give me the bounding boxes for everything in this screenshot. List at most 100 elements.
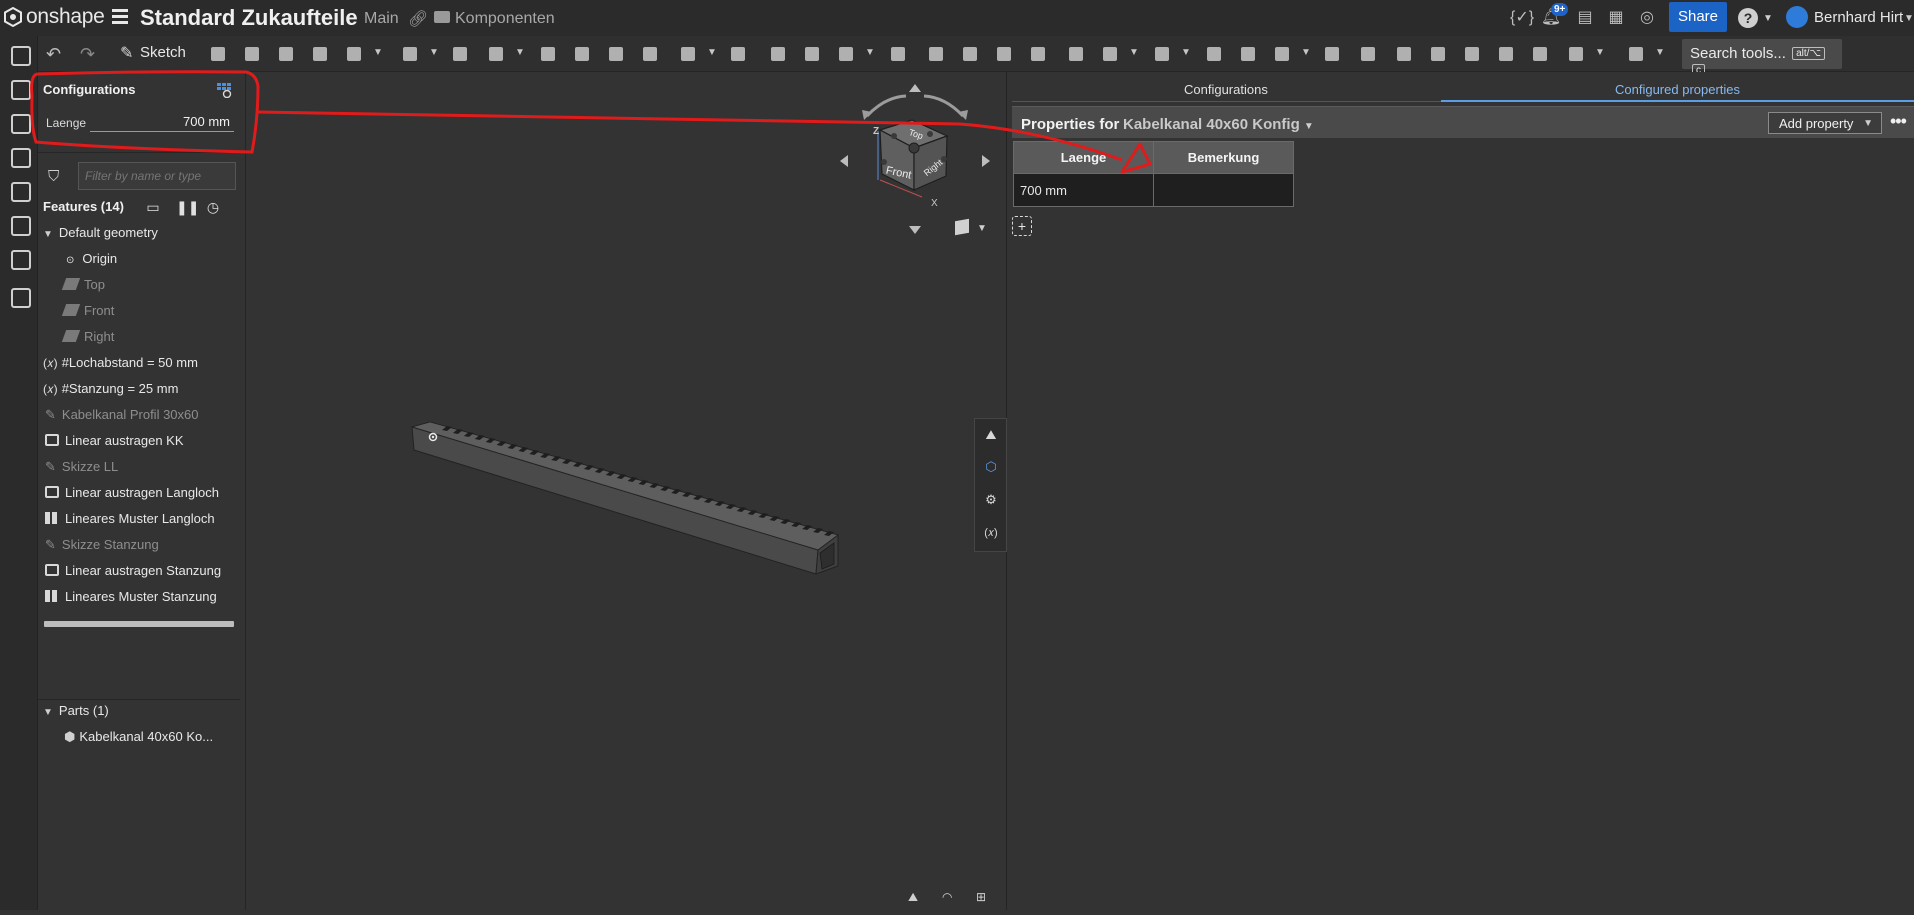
mirror-tool-icon[interactable] <box>728 44 748 64</box>
view-options-dropdown-icon[interactable]: ▼ <box>977 223 987 234</box>
feature-row-extrude[interactable]: Linear austragen KK <box>45 433 184 453</box>
view-cube[interactable]: Top Front Right Z X <box>840 84 990 234</box>
pattern-tool-icon[interactable] <box>678 44 698 64</box>
parts-icon[interactable] <box>9 214 31 236</box>
column-header-bemerkung[interactable]: Bemerkung <box>1153 141 1294 174</box>
help-icon[interactable]: ? <box>1738 8 1758 28</box>
draft-tool-icon[interactable] <box>486 44 506 64</box>
modify-fillet-tool-icon[interactable] <box>926 44 946 64</box>
origin-row[interactable]: ⊙ Origin <box>66 251 117 271</box>
revolve-tool-icon[interactable] <box>242 44 262 64</box>
configuration-view-icon[interactable]: ⬡ <box>981 457 1001 477</box>
help-dropdown-icon[interactable]: ▼ <box>1763 13 1773 24</box>
sweep-tool-icon[interactable] <box>276 44 296 64</box>
flange-tool-icon[interactable] <box>1462 44 1482 64</box>
sheet-metal-tool-icon[interactable] <box>1394 44 1414 64</box>
delete-face-tool-icon[interactable] <box>960 44 980 64</box>
plane-tool-icon[interactable] <box>1066 44 1086 64</box>
folder-link[interactable]: Komponenten <box>455 10 555 28</box>
column-header-laenge[interactable]: Laenge <box>1013 141 1154 174</box>
extrude-tool-icon[interactable] <box>208 44 228 64</box>
folder-icon[interactable] <box>434 11 450 23</box>
plane-row-right[interactable]: Right <box>61 329 114 349</box>
feature-row-sketch[interactable]: ✎ Skizze LL <box>45 459 118 479</box>
tab-configured-properties[interactable]: Configured properties <box>1615 82 1740 97</box>
add-property-button[interactable]: Add property ▼ <box>1768 112 1882 134</box>
thicken-tool-icon[interactable] <box>344 44 364 64</box>
main-menu-button[interactable] <box>112 9 128 25</box>
bill-of-materials-icon[interactable] <box>9 180 31 202</box>
part-row[interactable]: ⬢ Kabelkanal 40x60 Ko... <box>64 729 213 749</box>
default-geometry-row[interactable]: ▼ Default geometry <box>43 225 158 245</box>
pause-icon[interactable]: ❚❚ <box>176 198 199 216</box>
tab-configurations[interactable]: Configurations <box>1184 82 1268 97</box>
plane-row-front[interactable]: Front <box>61 303 114 323</box>
variable-tool-icon[interactable] <box>1272 44 1292 64</box>
derived-tool-icon[interactable] <box>1322 44 1342 64</box>
shell-tool-icon[interactable] <box>572 44 592 64</box>
view-options-cube-icon[interactable] <box>955 218 969 236</box>
mate-connector-tool-icon[interactable] <box>1100 44 1120 64</box>
onshape-logo-text[interactable]: onshape <box>26 5 105 29</box>
tag-tool-icon[interactable] <box>1358 44 1378 64</box>
more-options-icon[interactable]: ••• <box>1890 111 1907 132</box>
hole-tool-icon[interactable] <box>606 44 626 64</box>
measure-icon[interactable]: ⚙ <box>981 490 1001 510</box>
more-dropdown-icon[interactable]: ▼ <box>373 48 383 58</box>
release-icon[interactable]: ▤ <box>1574 7 1596 29</box>
section-view-tool-icon[interactable] <box>1204 44 1224 64</box>
chevron-down-icon[interactable]: ▼ <box>43 707 53 718</box>
tab-tool-icon[interactable] <box>1496 44 1516 64</box>
surface-tool-icon[interactable] <box>1238 44 1258 64</box>
feature-row-pattern[interactable]: Lineares Muster Stanzung <box>45 589 217 609</box>
configuration-laenge-input[interactable] <box>90 112 234 132</box>
feature-row-extrude[interactable]: Linear austragen Langloch <box>45 485 219 505</box>
fillet-tool-icon[interactable] <box>400 44 420 64</box>
rib-tool-icon[interactable] <box>538 44 558 64</box>
form-tool-icon[interactable] <box>1566 44 1586 64</box>
configuration-table-icon[interactable] <box>216 82 232 98</box>
filter-icon[interactable]: ⛉ <box>48 168 59 185</box>
sketch-button[interactable]: Sketch <box>120 43 186 64</box>
variables-icon[interactable]: {✓} <box>1510 7 1534 29</box>
share-button[interactable]: Share <box>1669 2 1727 32</box>
feature-row-pattern[interactable]: Lineares Muster Langloch <box>45 511 215 531</box>
feature-row-extrude[interactable]: Linear austragen Stanzung <box>45 563 221 583</box>
branch-label[interactable]: Main <box>364 10 399 28</box>
learning-center-icon[interactable]: ◎ <box>1636 7 1658 29</box>
move-face-tool-icon[interactable] <box>994 44 1014 64</box>
replace-face-tool-icon[interactable] <box>1028 44 1048 64</box>
document-title[interactable]: Standard Zukaufteile <box>140 5 358 31</box>
pattern-dropdown-icon[interactable]: ▼ <box>707 48 717 58</box>
transform-tool-icon[interactable] <box>836 44 856 64</box>
parts-header-row[interactable]: ▼ Parts (1) <box>43 703 109 723</box>
helix-tool-icon[interactable] <box>1152 44 1172 64</box>
mass-properties-icon[interactable]: ⛰ <box>908 890 926 904</box>
variable-dropdown-icon[interactable]: ▼ <box>1301 48 1311 58</box>
section-view-icon[interactable]: ⛰ <box>981 425 1001 445</box>
table-cell-laenge[interactable]: 700 mm <box>1013 173 1154 207</box>
fillet-dropdown-icon[interactable]: ▼ <box>429 48 439 58</box>
custom-feature-dropdown-icon[interactable]: ▼ <box>1655 48 1665 58</box>
variable-table-icon[interactable]: (𝑥) <box>981 523 1001 543</box>
search-tools-button[interactable]: Search tools... alt/⌥ c <box>1682 39 1842 77</box>
link-icon[interactable]: 🔗︎ <box>408 9 428 29</box>
sheet-metal-dropdown-icon[interactable]: ▼ <box>1595 48 1605 58</box>
feature-row-sketch[interactable]: ✎ Kabelkanal Profil 30x60 <box>45 407 199 427</box>
boolean-tool-icon[interactable] <box>768 44 788 64</box>
properties-icon[interactable] <box>9 286 31 308</box>
loft-tool-icon[interactable] <box>310 44 330 64</box>
chevron-down-icon[interactable]: ▼ <box>43 229 53 240</box>
display-states-icon[interactable]: ⊞ <box>976 890 994 904</box>
feature-tree-scrollbar[interactable] <box>44 621 234 627</box>
feature-row-sketch[interactable]: ✎ Skizze Stanzung <box>45 537 159 557</box>
appearance-icon[interactable] <box>9 112 31 134</box>
feature-row-variable[interactable]: (𝑥) #Lochabstand = 50 mm <box>43 355 198 375</box>
folder-add-icon[interactable]: ▭ <box>144 198 162 216</box>
curve-dropdown-icon[interactable]: ▼ <box>1181 48 1191 58</box>
redo-icon[interactable]: ↷ <box>80 44 95 65</box>
bend-tool-icon[interactable] <box>1530 44 1550 64</box>
custom-feature-icon[interactable] <box>1626 44 1646 64</box>
instances-icon[interactable] <box>9 78 31 100</box>
undo-icon[interactable]: ↶ <box>46 44 61 65</box>
